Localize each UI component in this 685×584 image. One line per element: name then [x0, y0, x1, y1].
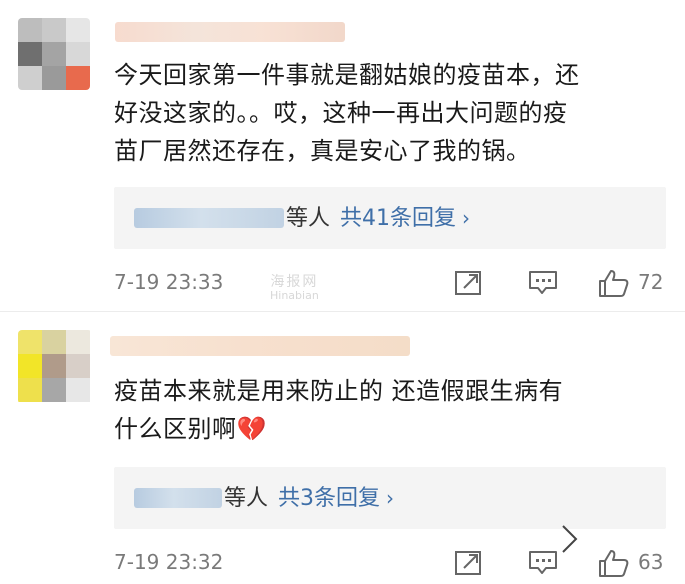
thumbs-up-icon [599, 550, 629, 577]
reply-usernames [134, 208, 284, 228]
like-count: 72 [638, 270, 664, 294]
like-button[interactable] [597, 548, 631, 578]
reply-summary[interactable]: 等人 共41条回复 › [114, 187, 666, 249]
username[interactable] [110, 336, 410, 356]
avatar[interactable] [18, 18, 90, 90]
reply-count-link[interactable]: 共41条回复 [340, 206, 456, 231]
reply-count-link[interactable]: 共3条回复 [278, 486, 380, 511]
like-button[interactable] [597, 268, 631, 298]
username[interactable] [115, 22, 345, 42]
like-count: 63 [638, 550, 664, 574]
reply-people-label: 等人 [224, 486, 269, 511]
thumbs-up-icon [599, 270, 629, 297]
reply-summary[interactable]: 等人 共3条回复 › [114, 467, 666, 529]
share-forward-icon [455, 271, 481, 295]
comment-item: 疫苗本来就是用来防止的 还造假跟生病有 什么区别啊💔 等人 共3条回复 › 7-19… [0, 312, 685, 581]
chevron-right-icon [562, 525, 578, 553]
share-forward-icon [455, 551, 481, 575]
chevron-right-icon: › [386, 486, 395, 510]
comment-text: 疫苗本来就是用来防止的 还造假跟生病有 什么区别啊💔 [114, 377, 564, 443]
chevron-right-icon: › [462, 206, 471, 230]
reply-people-label: 等人 [286, 206, 331, 231]
comment-icon [529, 551, 557, 574]
forward-button[interactable] [452, 268, 486, 298]
timestamp: 7-19 23:33 [114, 270, 224, 294]
forward-button[interactable] [452, 548, 486, 578]
comment-meta: 7-19 23:32 63 [0, 544, 685, 584]
comment-button[interactable] [526, 548, 560, 578]
comment-icon [529, 271, 557, 294]
comment-meta: 7-19 23:33 72 [0, 264, 685, 304]
comment-button[interactable] [526, 268, 560, 298]
comment-item: 今天回家第一件事就是翻姑娘的疫苗本，还 好没这家的。。哎，这种一再出大问题的疫 … [0, 0, 685, 312]
comment-text: 今天回家第一件事就是翻姑娘的疫苗本，还 好没这家的。。哎，这种一再出大问题的疫 … [114, 61, 580, 165]
avatar[interactable] [18, 330, 92, 404]
timestamp: 7-19 23:32 [114, 550, 224, 574]
watermark: 海报网 Hinabian [270, 274, 319, 302]
reply-usernames [134, 488, 222, 508]
